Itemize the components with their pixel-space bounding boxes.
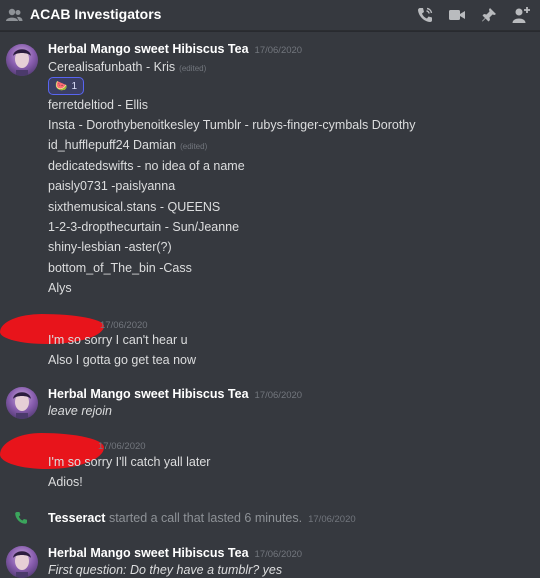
avatar[interactable] [6,546,38,578]
message-text: Adios! [48,475,83,489]
message-timestamp: 17/06/2020 [98,441,146,452]
message-text: id_hufflepuff24 Damian [48,138,177,152]
message-timestamp: 17/06/2020 [254,45,303,56]
channel-title: ACAB Investigators [30,6,162,22]
message-timestamp: 17/06/2020 [254,390,303,401]
message-text: dedicatedswifts - no idea of a name [48,159,245,173]
people-icon [5,7,23,23]
message-text: Insta - Dorothybenoitkesley Tumblr - rub… [48,118,416,132]
header-toolbar [414,5,532,25]
pin-icon[interactable] [478,5,500,25]
message-text: 1-2-3-dropthecurtain - Sun/Jeanne [48,220,240,234]
call-description: started a call that lasted 6 minutes. [108,511,303,525]
channel-header: ACAB Investigators [0,0,540,31]
reaction-button[interactable]: 🍉 1 [48,77,85,95]
avatar[interactable] [6,44,38,76]
add-member-icon[interactable] [510,5,532,25]
edited-label: (edited) [180,142,208,151]
video-icon[interactable] [446,5,468,25]
message-text: Also I gotta go get tea now [48,353,197,367]
message-timestamp: 17/06/2020 [254,549,303,560]
message-text: I'm so sorry I can't hear u [48,333,188,347]
avatar[interactable] [6,387,38,419]
message-author[interactable]: Herbal Mango sweet Hibiscus Tea [48,546,249,560]
message-timestamp: 17/06/2020 [308,514,356,525]
watermelon-icon: 🍉 [55,80,68,92]
phone-icon [14,511,28,525]
message-text: shiny-lesbian -aster(?) [48,240,172,254]
message-timestamp: 17/06/2020 [100,320,148,331]
message-text: I'm so sorry I'll catch yall later [48,455,211,469]
message-text: leave rejoin [48,404,112,418]
message-text: Alys [48,281,72,295]
message-text: First question: Do they have a tumblr? y… [48,563,283,577]
call-icon[interactable] [414,5,436,25]
message-author[interactable]: Herbal Mango sweet Hibiscus Tea [48,42,249,56]
reaction-count: 1 [71,80,78,92]
message-text: Cerealisafunbath - Kris [48,60,176,74]
message-text: bottom_of_The_bin -Cass [48,261,192,275]
message-text: sixthemusical.stans - QUEENS [48,200,221,214]
message-author[interactable]: Herbal Mango sweet Hibiscus Tea [48,387,249,401]
message-text: ferretdeltiod - Ellis [48,98,149,112]
message-text: paisly0731 -paislyanna [48,179,176,193]
call-caller[interactable]: Tesseract [48,511,105,525]
edited-label: (edited) [179,64,207,73]
